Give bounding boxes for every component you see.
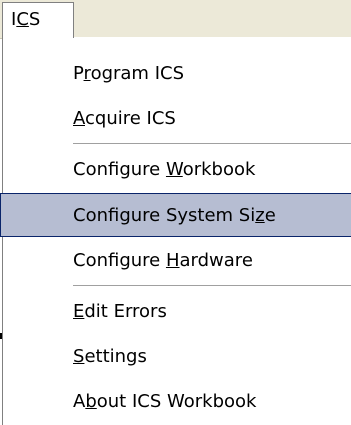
menu-separator — [73, 285, 351, 287]
menu-item-about-ics-workbook[interactable]: About ICS Workbook — [3, 380, 351, 424]
menu-item-label-pre: A — [73, 391, 86, 412]
menu-bar: ICS — [0, 0, 351, 39]
menu-item-label-pre: Configure — [73, 159, 166, 180]
menu-item-label-pre: P — [73, 63, 84, 84]
menu-ics-label-mnemonic: C — [16, 9, 29, 30]
menu-item-label-post: e — [264, 205, 276, 226]
menu-item-label-post: ogram ICS — [90, 63, 184, 84]
menu-item-label-mnemonic: A — [73, 108, 85, 129]
ics-dropdown-menu: Program ICS Acquire ICS Configure Workbo… — [0, 37, 351, 425]
menu-item-configure-system-size[interactable]: Configure System Size — [0, 193, 351, 237]
menu-item-configure-workbook[interactable]: Configure Workbook — [3, 148, 351, 192]
menu-item-label-post: ardware — [179, 250, 253, 271]
screenshot-stage: ICS Program ICS Acquire ICS Configure Wo… — [0, 0, 351, 425]
menu-item-label-mnemonic: z — [255, 205, 265, 226]
menu-separator — [73, 143, 351, 145]
menu-item-label-mnemonic: r — [83, 63, 91, 84]
menu-ics-label-post: S — [28, 9, 41, 30]
menu-item-label-post: ettings — [84, 346, 147, 367]
menu-item-configure-hardware[interactable]: Configure Hardware — [3, 239, 351, 283]
menu-item-label-post: dit Errors — [84, 301, 167, 322]
menu-item-acquire-ics[interactable]: Acquire ICS — [3, 97, 351, 141]
menu-item-edit-errors[interactable]: Edit Errors — [3, 290, 351, 334]
menu-ics[interactable]: ICS — [2, 2, 74, 38]
menu-item-program-ics[interactable]: Program ICS — [3, 52, 351, 96]
menu-item-label-pre: Configure — [73, 250, 166, 271]
menu-item-label-post: out ICS Workbook — [96, 391, 257, 412]
menu-item-label-mnemonic: W — [165, 159, 183, 180]
menu-item-label-mnemonic: b — [85, 391, 97, 412]
menu-item-label-pre: Configure System Si — [73, 205, 256, 226]
menu-item-settings[interactable]: Settings — [3, 335, 351, 379]
menu-item-label-mnemonic: H — [165, 250, 180, 271]
menu-item-label-mnemonic: S — [73, 346, 85, 367]
menu-item-label-mnemonic: E — [73, 301, 85, 322]
menu-item-label-post: cquire ICS — [85, 108, 176, 129]
menu-item-label-post: orkbook — [182, 159, 256, 180]
